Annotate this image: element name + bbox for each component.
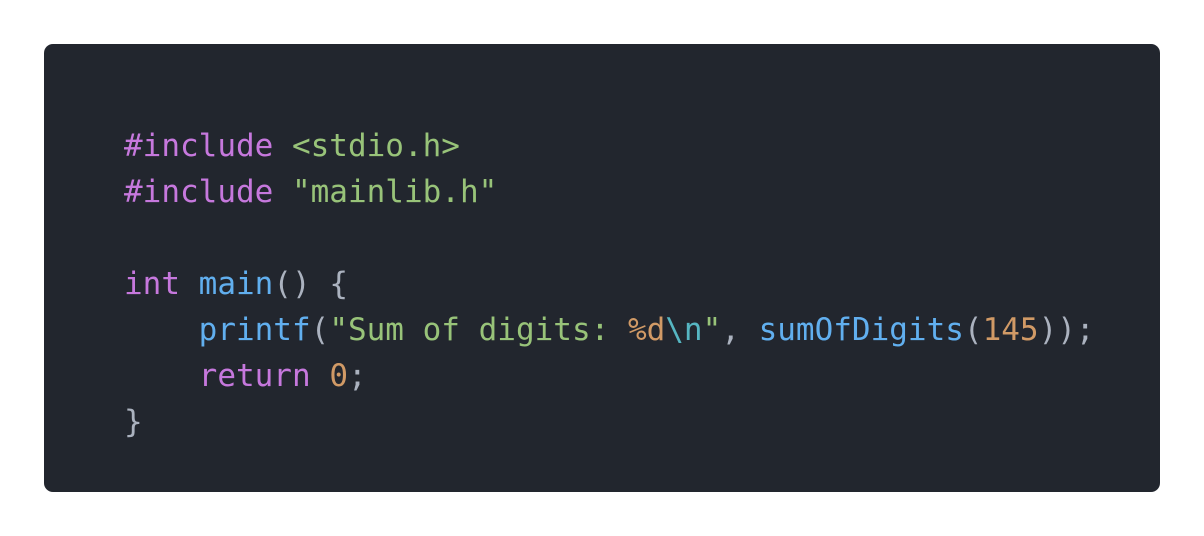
code-token-string: ": [702, 312, 722, 348]
code-token-punct: [180, 266, 199, 302]
code-token-punct: ;: [347, 358, 367, 394]
code-token-header: <stdio.h>: [291, 128, 460, 164]
code-token-punct: () {: [273, 266, 348, 302]
code-token-type: int: [124, 266, 180, 302]
code-token-escape: \n: [665, 312, 703, 348]
code-token-format: %d: [627, 312, 666, 348]
code-token-punct: [311, 358, 330, 394]
code-token-func: printf: [198, 312, 311, 348]
code-token-punct: ));: [1038, 312, 1095, 348]
code-token-punct: (: [310, 312, 330, 348]
code-token-func: main: [198, 266, 274, 302]
code-token-punct: [273, 174, 292, 210]
code-line: printf("Sum of digits: %d\n", sumOfDigit…: [124, 307, 1160, 353]
code-token-func: sumOfDigits: [758, 312, 964, 348]
code-line: return 0;: [124, 353, 1160, 399]
code-token-punct: ,: [721, 312, 759, 348]
code-token-header: "mainlib.h": [291, 174, 498, 210]
code-line: int main() {: [124, 261, 1160, 307]
code-token-punct: [124, 358, 199, 394]
code-token-punct: (: [963, 312, 983, 348]
code-token-punct: [124, 312, 199, 348]
code-token-directive: #include: [124, 128, 274, 164]
code-token-punct: }: [124, 404, 143, 440]
code-token-number: 0: [329, 358, 348, 394]
code-line: }: [124, 399, 1160, 445]
code-token-keyword: return: [198, 358, 311, 394]
code-token-punct: [273, 128, 292, 164]
code-token-number: 145: [982, 312, 1039, 348]
code-line: #include "mainlib.h": [124, 169, 1160, 215]
code-token-string: "Sum of digits:: [329, 312, 628, 348]
code-token-directive: #include: [124, 174, 274, 210]
code-line: #include <stdio.h>: [124, 123, 1160, 169]
code-block[interactable]: #include <stdio.h> #include "mainlib.h" …: [44, 44, 1160, 492]
